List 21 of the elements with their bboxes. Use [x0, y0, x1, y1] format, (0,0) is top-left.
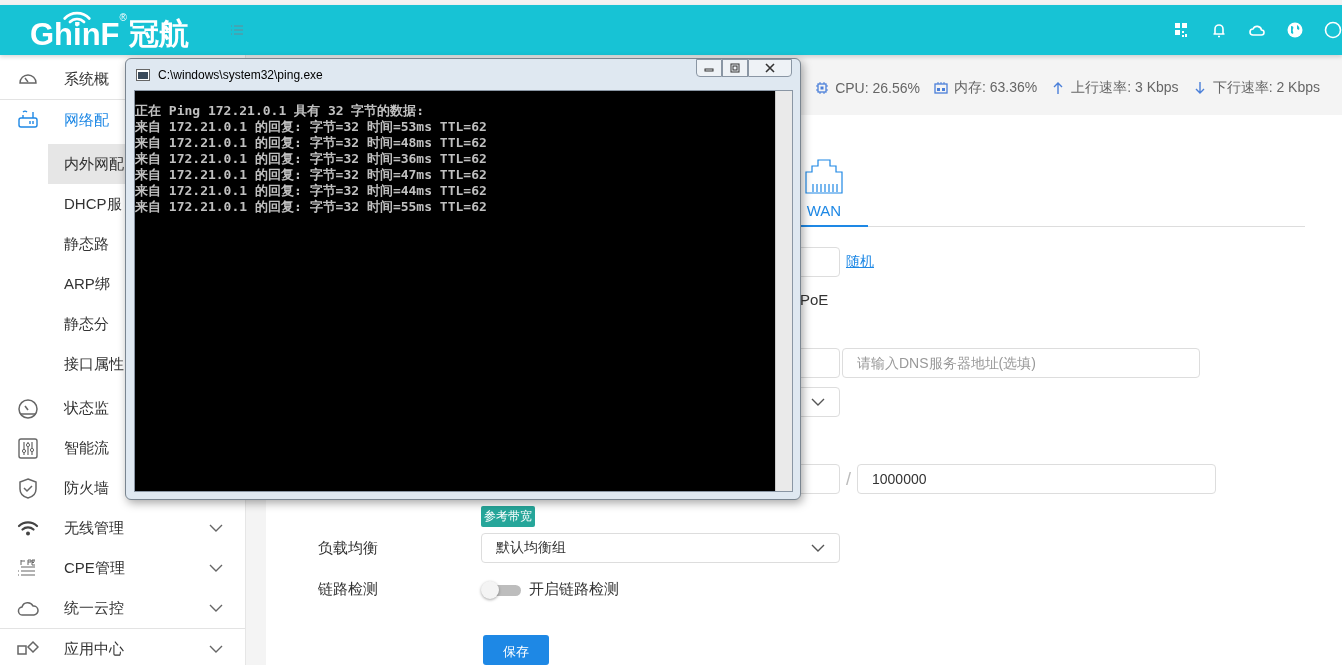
- logo-text: GhinF: [30, 22, 120, 48]
- status-reading: 下行速率: 2 Kbps: [1212, 78, 1320, 97]
- console-line: 来自 172.21.0.1 的回复: 字节=32 时间=55ms TTL=62: [135, 199, 488, 215]
- badge: 参考带宽: [481, 506, 535, 527]
- option-label: PoE: [800, 291, 829, 308]
- console-line: 来自 172.21.0.1 的回复: 字节=32 时间=47ms TTL=62: [135, 167, 488, 183]
- field-label: 链路检测: [318, 580, 379, 599]
- logo-text: 冠航: [128, 16, 189, 52]
- console-line: 来自 172.21.0.1 的回复: 字节=32 时间=53ms TTL=62: [135, 119, 488, 135]
- console-line: 来自 172.21.0.1 的回复: 字节=32 时间=48ms TTL=62: [135, 135, 488, 151]
- window-title: C:\windows\system32\ping.exe: [158, 67, 323, 82]
- status-reading: CPU: 26.56%: [835, 79, 920, 96]
- console-line: 来自 172.21.0.1 的回复: 字节=32 时间=36ms TTL=62: [135, 151, 488, 167]
- status-reading: 上行速率: 3 Kbps: [1071, 78, 1179, 97]
- field-label: 负载均衡: [318, 538, 379, 558]
- console-line: 正在 Ping 172.21.0.1 具有 32 字节的数据:: [135, 103, 426, 119]
- toggle-label: 开启链路检测: [529, 580, 619, 599]
- status-reading: 内存: 63.36%: [954, 78, 1038, 97]
- console-line: 来自 172.21.0.1 的回复: 字节=32 时间=44ms TTL=62: [135, 183, 488, 199]
- registered-mark: ®: [119, 12, 127, 23]
- separator-text: /: [846, 468, 851, 490]
